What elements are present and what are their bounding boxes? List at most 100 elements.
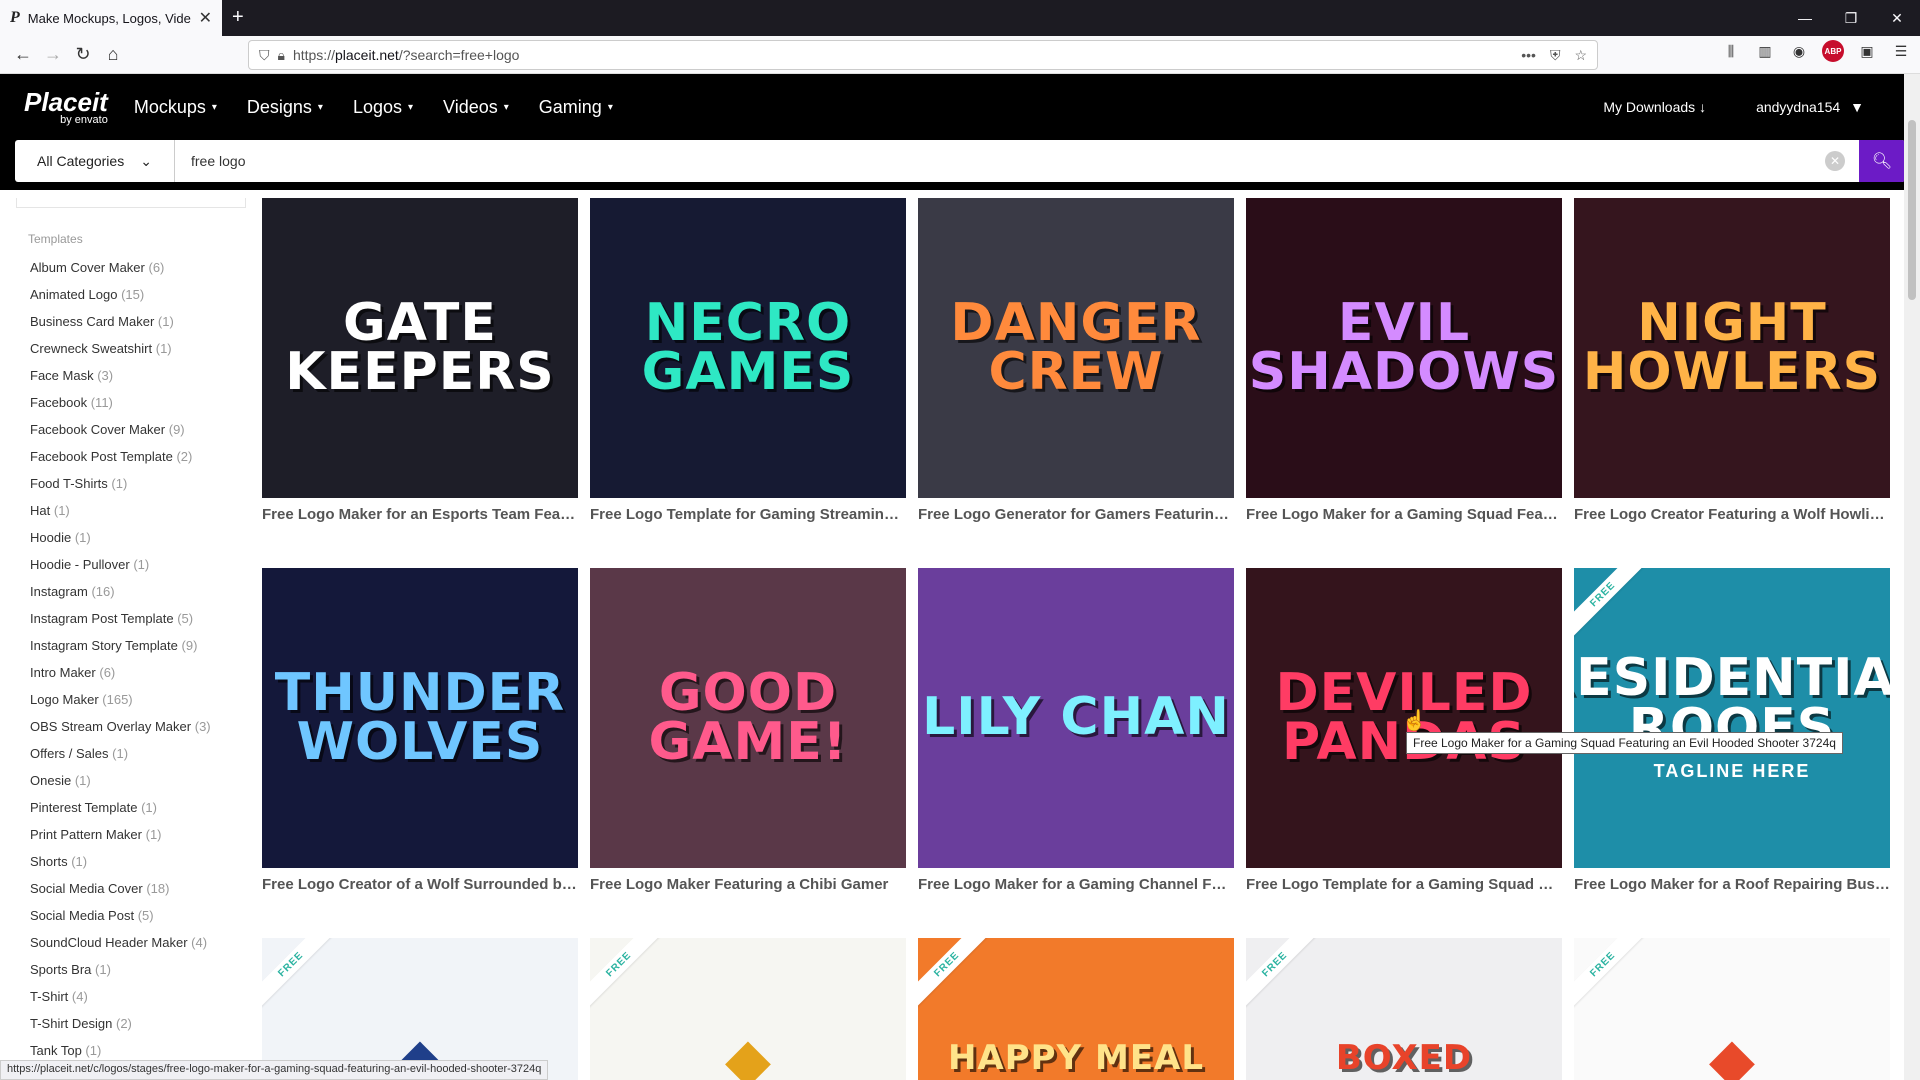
back-icon[interactable]: ← [8, 40, 38, 70]
template-thumbnail[interactable]: NIGHT HOWLERS [1574, 198, 1890, 498]
sidebar-filter-item[interactable]: Sports Bra (1) [30, 956, 256, 983]
clear-search-icon[interactable]: ✕ [1825, 151, 1845, 171]
template-card[interactable]: FREE ◆ [1574, 938, 1890, 1080]
library-icon[interactable]: ⫼ [1720, 40, 1742, 62]
template-title[interactable]: Free Logo Creator of a Wolf Surrounded b… [262, 876, 578, 893]
page-actions-icon[interactable]: ••• [1521, 47, 1536, 64]
template-title[interactable]: Free Logo Maker for a Gaming Channel Fea… [918, 876, 1234, 893]
search-input[interactable] [175, 140, 1825, 182]
close-window-icon[interactable]: ✕ [1874, 0, 1920, 36]
sidebar-filter-item[interactable]: SoundCloud Header Maker (4) [30, 929, 256, 956]
template-thumbnail[interactable]: FREE ◆ [1574, 938, 1890, 1080]
pocket-icon[interactable]: ⛨ [1550, 47, 1561, 64]
template-title[interactable]: Free Logo Template for a Gaming Squad wi… [1246, 876, 1562, 893]
template-thumbnail[interactable]: DANGER CREW [918, 198, 1234, 498]
template-card[interactable]: THUNDER WOLVES Free Logo Creator of a Wol… [262, 568, 578, 893]
template-card[interactable]: NECRO GAMES Free Logo Template for Gaming… [590, 198, 906, 523]
template-thumbnail[interactable]: FREE HAPPY MEAL [918, 938, 1234, 1080]
template-thumbnail[interactable]: FREERESIDENTIAL ROOFSTAGLINE HERE [1574, 568, 1890, 868]
sidebar-filter-item[interactable]: Hoodie - Pullover (1) [30, 551, 256, 578]
adblock-icon[interactable]: ABP [1822, 40, 1844, 62]
my-downloads-link[interactable]: My Downloads ↓ [1603, 99, 1706, 115]
new-tab-button[interactable]: + [232, 6, 244, 29]
sidebar-filter-item[interactable]: Instagram Story Template (9) [30, 632, 256, 659]
sidebar-filter-item[interactable]: Print Pattern Maker (1) [30, 821, 256, 848]
sidebar-filter-item[interactable]: Instagram Post Template (5) [30, 605, 256, 632]
sidebar-filter-item[interactable]: Pinterest Template (1) [30, 794, 256, 821]
forward-icon[interactable]: → [38, 40, 68, 70]
sidebar-filter-item[interactable]: Facebook (11) [30, 389, 256, 416]
template-title[interactable]: Free Logo Maker for an Esports Team Feat… [262, 506, 578, 523]
template-thumbnail[interactable]: NECRO GAMES [590, 198, 906, 498]
menu-icon[interactable]: ☰ [1890, 40, 1912, 62]
template-card[interactable]: FREE ◆ [590, 938, 906, 1080]
extension-icon[interactable]: ▣ [1856, 40, 1878, 62]
template-title[interactable]: Free Logo Creator Featuring a Wolf Howli… [1574, 506, 1890, 523]
template-card[interactable]: LILY CHAN Free Logo Maker for a Gaming Ch… [918, 568, 1234, 893]
sidebar-filter-item[interactable]: Hat (1) [30, 497, 256, 524]
template-thumbnail[interactable]: GATE KEEPERS [262, 198, 578, 498]
bookmark-star-icon[interactable]: ☆ [1574, 47, 1587, 64]
template-card[interactable]: EVIL SHADOWS Free Logo Maker for a Gaming… [1246, 198, 1562, 523]
template-thumbnail[interactable]: FREE BOXED [1246, 938, 1562, 1080]
sidebar-filter-item[interactable]: Facebook Post Template (2) [30, 443, 256, 470]
restore-icon[interactable]: ❐ [1828, 0, 1874, 36]
template-thumbnail[interactable]: GOOD GAME! [590, 568, 906, 868]
template-title[interactable]: Free Logo Maker Featuring a Chibi Gamer [590, 876, 906, 893]
sidebar-filter-item[interactable]: Onesie (1) [30, 767, 256, 794]
sidebar-filter-item[interactable]: T-Shirt Design (2) [30, 1010, 256, 1037]
template-thumbnail[interactable]: EVIL SHADOWS [1246, 198, 1562, 498]
sidebar-filter-item[interactable]: Crewneck Sweatshirt (1) [30, 335, 256, 362]
template-card[interactable]: GATE KEEPERS Free Logo Maker for an Espor… [262, 198, 578, 523]
template-title[interactable]: Free Logo Generator for Gamers Featuring… [918, 506, 1234, 523]
template-card[interactable]: NIGHT HOWLERS Free Logo Creator Featuring… [1574, 198, 1890, 523]
home-icon[interactable]: ⌂ [98, 40, 128, 70]
template-title[interactable]: Free Logo Maker for a Roof Repairing Bus… [1574, 876, 1890, 893]
address-bar[interactable]: ⛉ 🔒︎ https://placeit.net/?search=free+lo… [248, 40, 1598, 70]
nav-logos[interactable]: Logos ▾ [353, 97, 413, 118]
template-title[interactable]: Free Logo Maker for a Gaming Squad Featu… [1246, 506, 1562, 523]
sidebar-filter-item[interactable]: Shorts (1) [30, 848, 256, 875]
sidebar-filter-item[interactable]: Social Media Post (5) [30, 902, 256, 929]
template-thumbnail[interactable]: FREE ◆ [262, 938, 578, 1080]
page-scrollbar[interactable] [1904, 74, 1920, 1080]
sidebar-filter-item[interactable]: Logo Maker (165) [30, 686, 256, 713]
template-card[interactable]: FREE HAPPY MEAL [918, 938, 1234, 1080]
placeit-logo[interactable]: Placeit by envato [24, 89, 108, 126]
sidebar-filter-item[interactable]: Business Card Maker (1) [30, 308, 256, 335]
minimize-icon[interactable]: — [1782, 0, 1828, 36]
account-icon[interactable]: ◉ [1788, 40, 1810, 62]
template-card[interactable]: FREE BOXED [1246, 938, 1562, 1080]
sidebar-filter-item[interactable]: Album Cover Maker (6) [30, 254, 256, 281]
browser-tab[interactable]: P Make Mockups, Logos, Videos ✕ [0, 0, 222, 36]
lock-icon[interactable]: 🔒︎ [278, 47, 285, 64]
sidebar-filter-item[interactable]: Animated Logo (15) [30, 281, 256, 308]
close-tab-icon[interactable]: ✕ [199, 8, 212, 28]
reload-icon[interactable]: ↻ [68, 40, 98, 70]
sidebar-filter-item[interactable]: Hoodie (1) [30, 524, 256, 551]
nav-videos[interactable]: Videos ▾ [443, 97, 509, 118]
nav-mockups[interactable]: Mockups ▾ [134, 97, 217, 118]
template-card[interactable]: FREERESIDENTIAL ROOFSTAGLINE HERE Free Lo… [1574, 568, 1890, 893]
sidebar-filter-item[interactable]: Social Media Cover (18) [30, 875, 256, 902]
nav-gaming[interactable]: Gaming ▾ [539, 97, 613, 118]
template-title[interactable]: Free Logo Template for Gaming Streaming … [590, 506, 906, 523]
search-button[interactable]: 🔍︎ [1859, 140, 1905, 182]
sidebar-filter-item[interactable]: Instagram (16) [30, 578, 256, 605]
sidebar-filter-item[interactable]: OBS Stream Overlay Maker (3) [30, 713, 256, 740]
sidebar-filter-item[interactable]: Intro Maker (6) [30, 659, 256, 686]
template-card[interactable]: GOOD GAME! Free Logo Maker Featuring a Ch… [590, 568, 906, 893]
template-thumbnail[interactable]: FREE ◆ [590, 938, 906, 1080]
template-thumbnail[interactable]: LILY CHAN [918, 568, 1234, 868]
template-thumbnail[interactable]: THUNDER WOLVES [262, 568, 578, 868]
template-card[interactable]: FREE ◆ [262, 938, 578, 1080]
sidebar-filter-item[interactable]: Offers / Sales (1) [30, 740, 256, 767]
template-card[interactable]: DANGER CREW Free Logo Generator for Gamer… [918, 198, 1234, 523]
sidebar-filter-item[interactable]: Food T-Shirts (1) [30, 470, 256, 497]
category-select[interactable]: All Categories ⌄ [15, 140, 175, 182]
sidebar-filter-item[interactable]: Face Mask (3) [30, 362, 256, 389]
shield-icon[interactable]: ⛉ [259, 47, 270, 64]
sidebar-filter-item[interactable]: Facebook Cover Maker (9) [30, 416, 256, 443]
user-menu[interactable]: andyydna154 ▼ [1756, 99, 1864, 115]
sidebar-filter-item[interactable]: T-Shirt (4) [30, 983, 256, 1010]
